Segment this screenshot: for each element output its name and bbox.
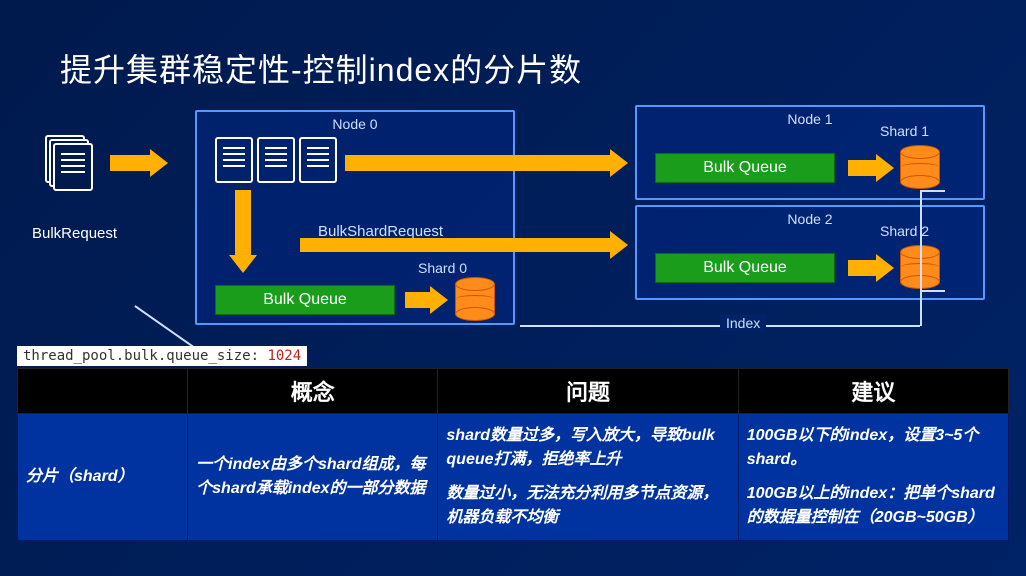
th-concept: 概念 [188,369,438,414]
database-icon [455,277,495,321]
node1-label: Node 1 [787,111,832,127]
bulk-request-label: BulkRequest [32,225,117,242]
cell-concept: 一个index由多个shard组成，每个shard承载index的一部分数据 [188,414,438,541]
th-blank [18,369,188,414]
bulk-request-icon [45,135,93,189]
shard-table: 概念 问题 建议 分片（shard） 一个index由多个shard组成，每个s… [17,368,1009,541]
bulk-queue-node2: Bulk Queue [655,253,835,283]
problem-line1: shard数量过多，写入放大，导致bulk queue打满，拒绝率上升 [446,424,729,472]
suggest-line2: 100GB以上的index：把单个shard的数据量控制在（20GB~50GB） [747,482,1000,530]
code-snippet: thread_pool.bulk.queue_size: 1024 [17,346,307,366]
index-line [920,190,945,192]
pointer-line [135,305,197,349]
architecture-diagram: BulkRequest Node 0 BulkShardRequest Bulk… [0,105,1026,340]
index-line [920,290,945,292]
index-label: Index [720,315,766,331]
index-line [920,190,922,326]
code-value: 1024 [267,348,301,364]
node0-label: Node 0 [332,116,377,132]
table-header-row: 概念 问题 建议 [18,369,1009,414]
shard2-label: Shard 2 [880,223,929,239]
database-icon [900,145,940,189]
cell-problem: shard数量过多，写入放大，导致bulk queue打满，拒绝率上升 数量过小… [438,414,738,541]
suggest-line1: 100GB以下的index，设置3~5个shard。 [747,424,1000,472]
node2-label: Node 2 [787,211,832,227]
th-problem: 问题 [438,369,738,414]
bulk-queue-node0: Bulk Queue [215,285,395,315]
shard0-label: Shard 0 [418,260,467,276]
page-title: 提升集群稳定性-控制index的分片数 [60,45,582,91]
th-suggestion: 建议 [738,369,1008,414]
problem-line2: 数量过小，无法充分利用多节点资源，机器负载不均衡 [446,482,729,530]
cell-suggestion: 100GB以下的index，设置3~5个shard。 100GB以上的index… [738,414,1008,541]
table-row: 分片（shard） 一个index由多个shard组成，每个shard承载ind… [18,414,1009,541]
code-key: thread_pool.bulk.queue_size: [23,348,267,364]
shard1-label: Shard 1 [880,123,929,139]
documents-icon [215,137,341,188]
row-label: 分片（shard） [18,414,188,541]
bulk-queue-node1: Bulk Queue [655,153,835,183]
